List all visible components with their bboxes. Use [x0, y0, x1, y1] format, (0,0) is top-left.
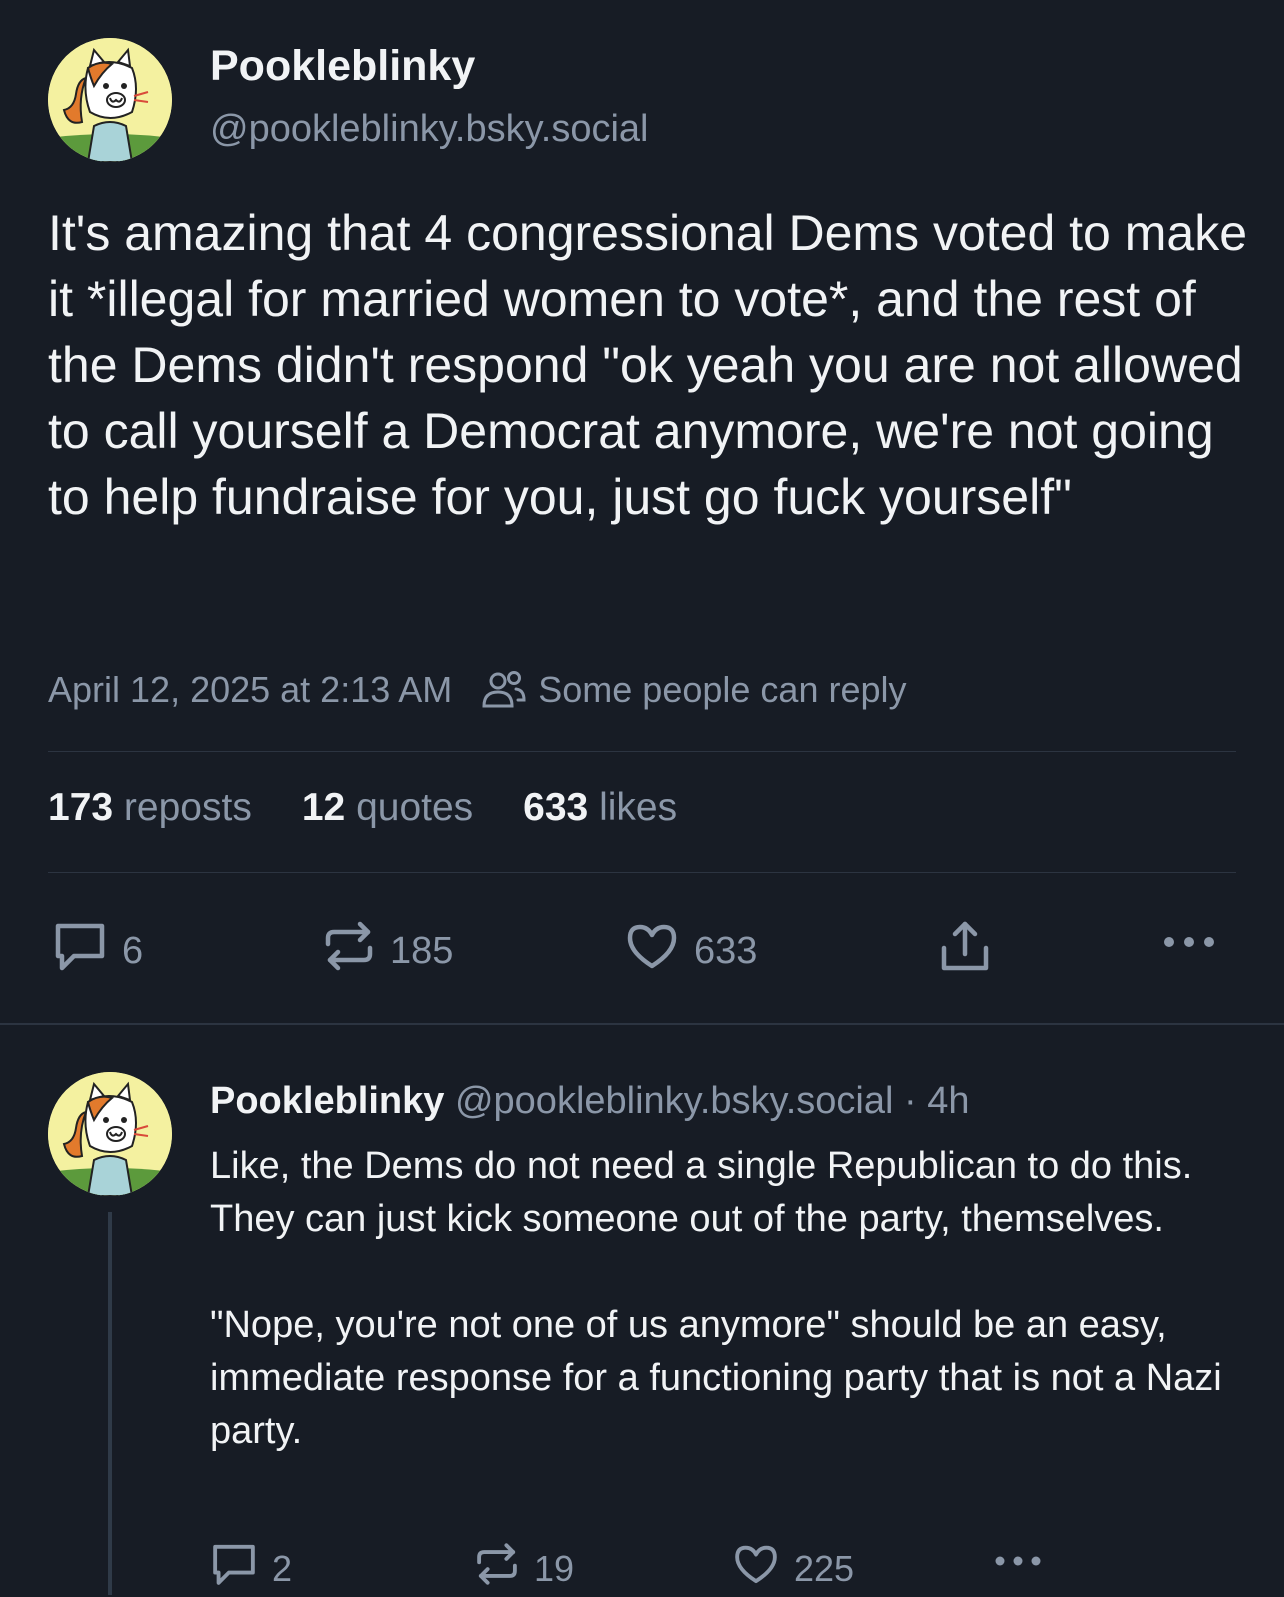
reply-repost-button[interactable]: 19	[474, 1540, 574, 1597]
likes-stat[interactable]: 633 likes	[523, 786, 677, 830]
reply-repost-count: 19	[534, 1547, 575, 1589]
separator-dot: ·	[904, 1080, 917, 1122]
like-count: 633	[694, 929, 758, 972]
thread-line	[108, 1212, 112, 1595]
ellipsis-icon	[1162, 932, 1216, 957]
quotes-label: quotes	[356, 786, 474, 829]
author-avatar[interactable]	[48, 38, 172, 162]
divider	[48, 872, 1236, 873]
likes-label: likes	[599, 786, 678, 829]
divider	[48, 751, 1236, 752]
author-handle[interactable]: @pookleblinky.bsky.social	[210, 108, 648, 151]
reply-text: Like, the Dems do not need a single Repu…	[210, 1145, 1222, 1452]
post-text: It's amazing that 4 congressional Dems v…	[48, 205, 1261, 525]
cartoon-cat-avatar-icon	[48, 38, 172, 162]
main-post: Pookleblinky @pookleblinky.bsky.social I…	[0, 0, 1284, 1024]
comment-icon	[52, 918, 108, 984]
cartoon-cat-avatar-icon	[48, 1072, 172, 1196]
post-meta: April 12, 2025 at 2:13 AM Some people ca…	[48, 668, 907, 712]
likes-count: 633	[523, 786, 589, 829]
reply-like-count: 225	[794, 1547, 855, 1589]
comment-icon	[210, 1540, 258, 1597]
heart-icon	[624, 918, 680, 984]
more-options-button[interactable]	[1162, 932, 1216, 957]
share-button[interactable]	[938, 918, 992, 979]
reposts-stat[interactable]: 173 reposts	[48, 786, 252, 830]
reply-setting-label[interactable]: Some people can reply	[538, 669, 906, 711]
engagement-stats: 173 reposts 12 quotes 633 likes	[48, 786, 727, 830]
reply-author-avatar[interactable]	[48, 1072, 172, 1196]
repost-button[interactable]: 185	[322, 918, 453, 984]
ellipsis-icon	[992, 1552, 1044, 1575]
like-button[interactable]: 633	[624, 918, 757, 984]
reply-count: 6	[122, 929, 144, 972]
heart-icon	[732, 1540, 780, 1597]
repost-icon	[474, 1540, 520, 1597]
reply-reply-count: 2	[272, 1547, 293, 1589]
reply-time[interactable]: 4h	[927, 1080, 969, 1122]
reply-reply-button[interactable]: 2	[210, 1540, 292, 1597]
reply-like-button[interactable]: 225	[732, 1540, 854, 1597]
reply-more-options-button[interactable]	[992, 1552, 1044, 1575]
quotes-stat[interactable]: 12 quotes	[302, 786, 473, 830]
share-icon	[938, 918, 992, 979]
author-display-name[interactable]: Pookleblinky	[210, 42, 475, 91]
repost-count: 185	[390, 929, 454, 972]
people-icon	[480, 668, 528, 712]
reply-author-handle[interactable]: @pookleblinky.bsky.social	[455, 1080, 893, 1122]
reply-header: Pookleblinky @pookleblinky.bsky.social ·…	[210, 1080, 970, 1123]
repost-icon	[322, 918, 376, 984]
reposts-label: reposts	[123, 786, 252, 829]
quotes-count: 12	[301, 786, 346, 829]
reply-button[interactable]: 6	[52, 918, 143, 984]
reply-author-name[interactable]: Pookleblinky	[210, 1080, 444, 1122]
thread-divider	[0, 1023, 1284, 1025]
post-timestamp[interactable]: April 12, 2025 at 2:13 AM	[48, 669, 452, 711]
reposts-count: 173	[48, 786, 114, 829]
